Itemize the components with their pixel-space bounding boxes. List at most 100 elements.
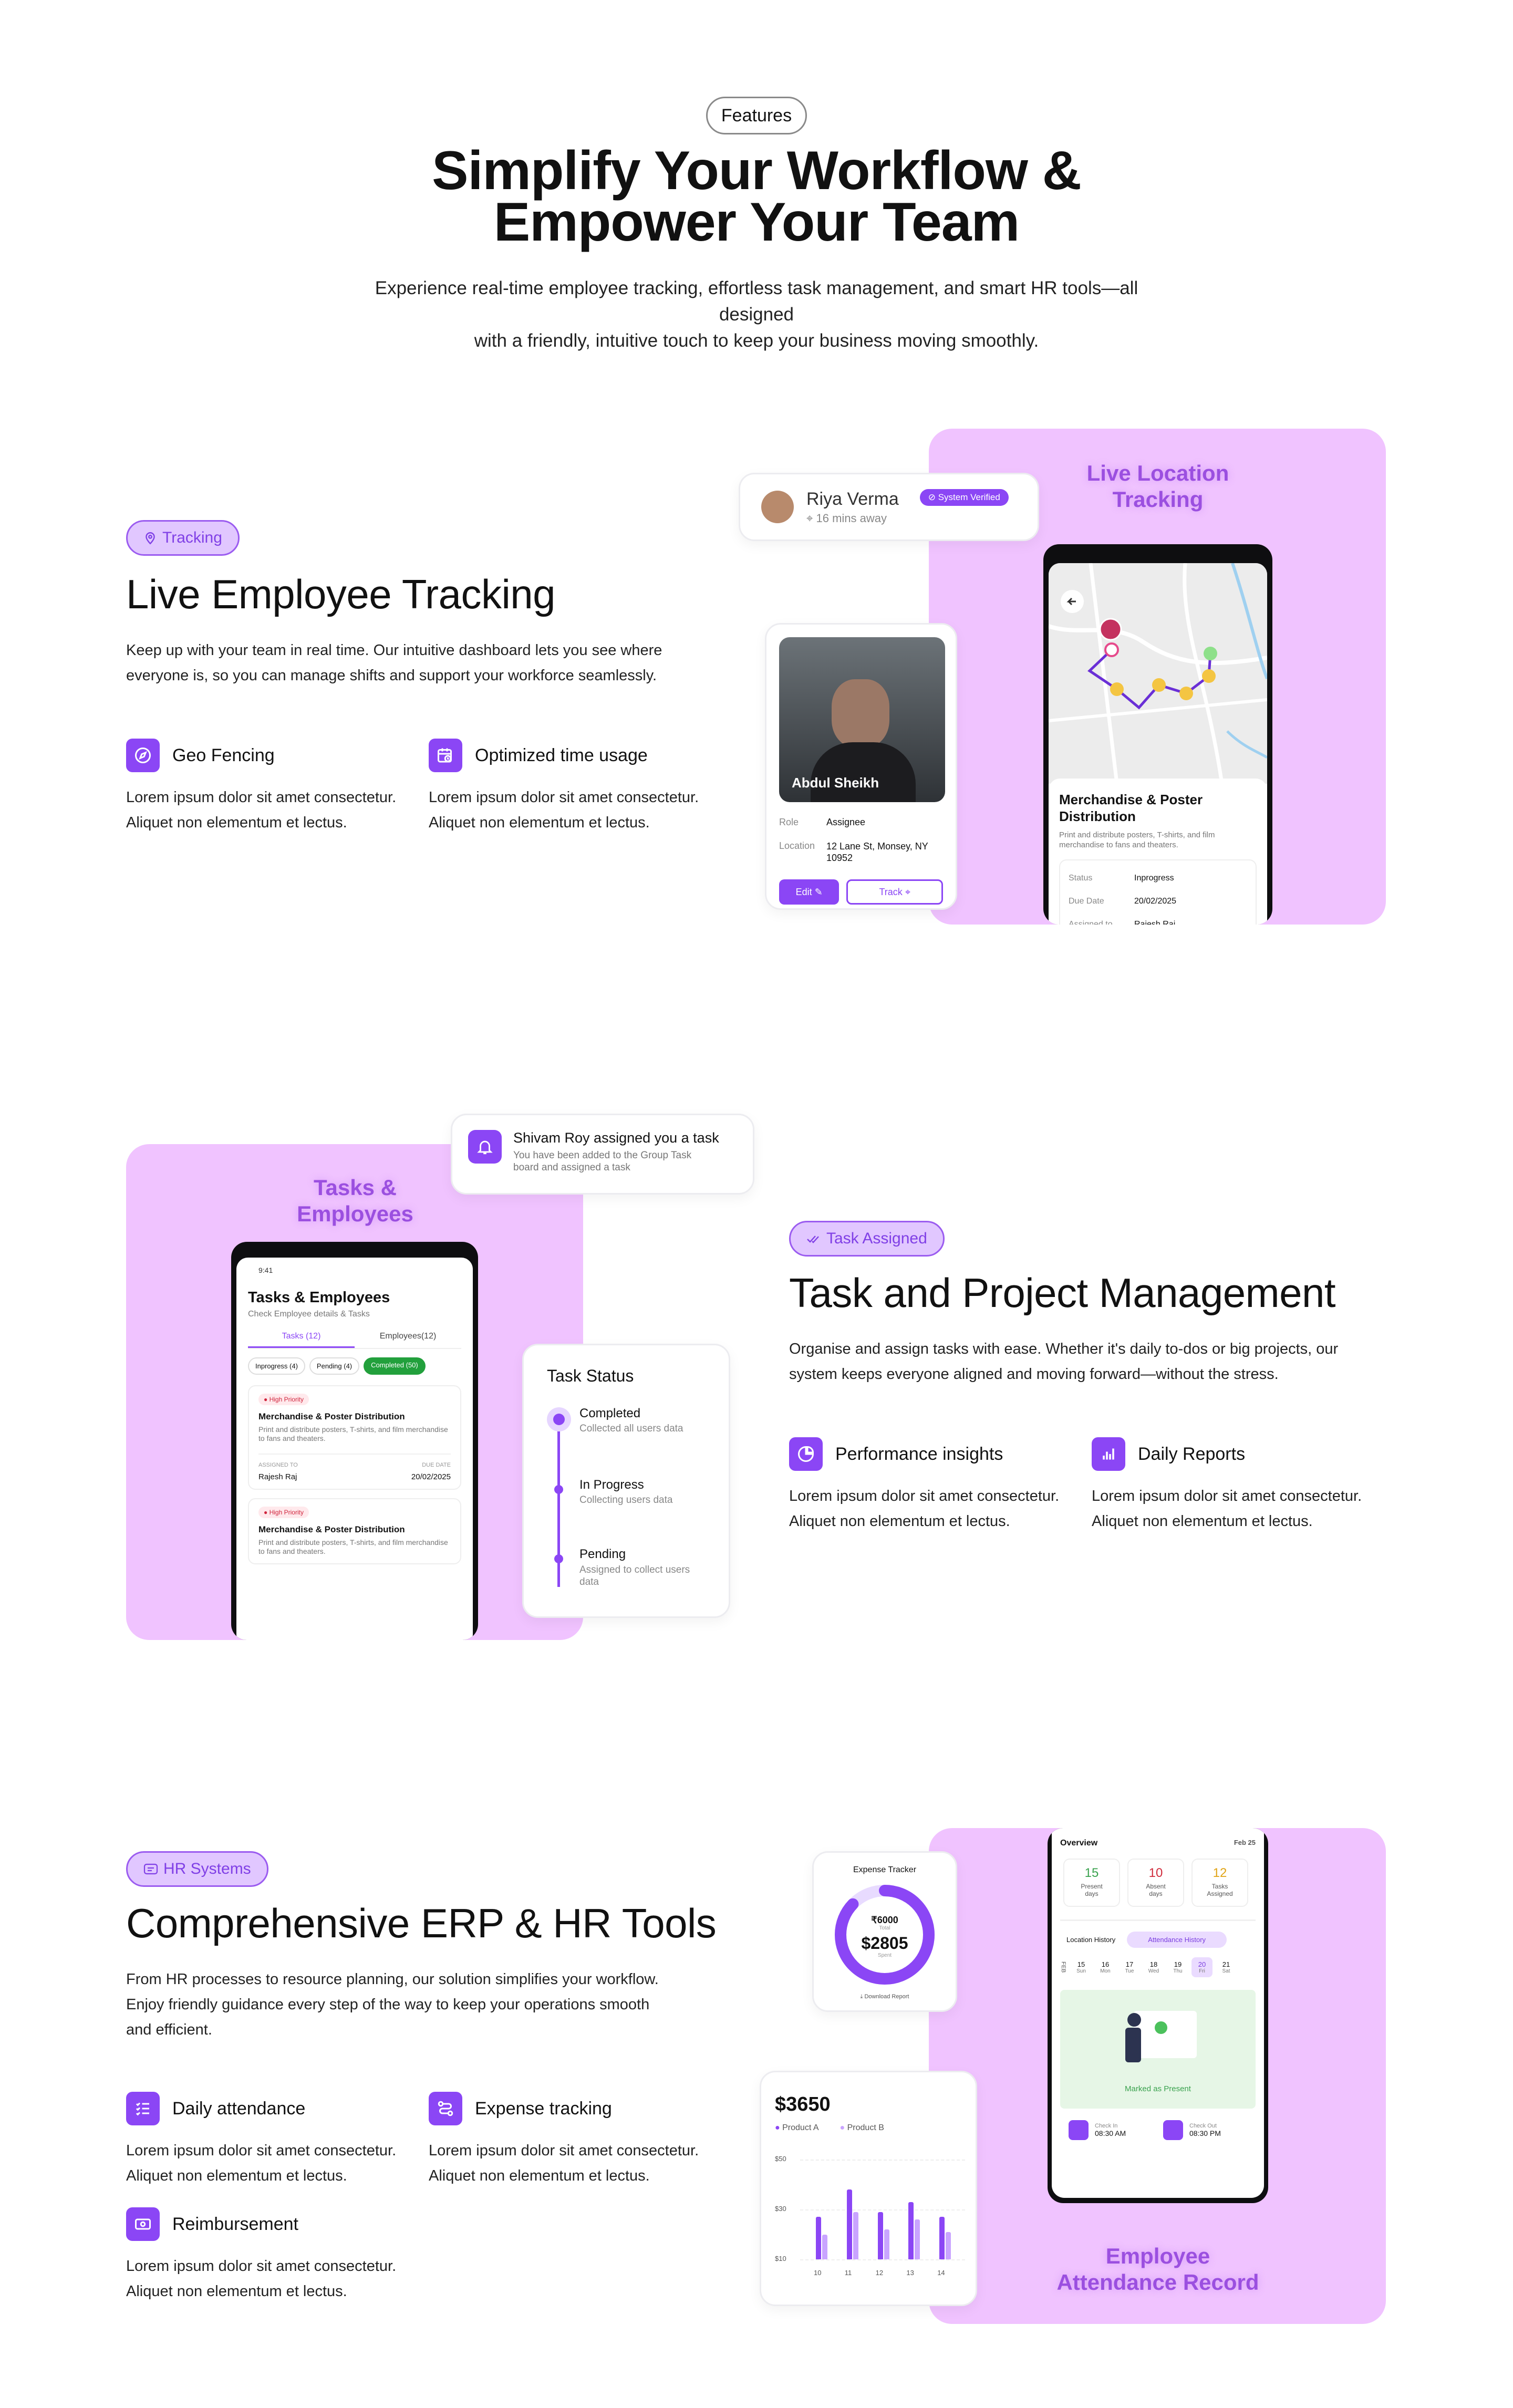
present-illustration: Marked as Present (1060, 1990, 1256, 2109)
bar (884, 2229, 889, 2259)
double-check-icon (807, 1236, 819, 1243)
tracking-tag: Tracking (126, 520, 240, 556)
calendar-day[interactable]: 18 Wed (1143, 1957, 1164, 1977)
stat-present: 15 Present days (1063, 1859, 1120, 1907)
bar (908, 2202, 914, 2259)
legend-product-a: ● Product A (775, 2123, 819, 2132)
compass-icon (126, 739, 160, 772)
grid-line (800, 2209, 965, 2210)
id-card-icon (143, 1863, 158, 1875)
employee-photo: Abdul Sheikh (779, 637, 945, 802)
user-location-card[interactable]: Riya Verma ⌖ 16 mins away ⊘ System Verif… (739, 473, 1039, 541)
money-icon (126, 2207, 160, 2241)
task-status-card: Task Status Completed Collected all users… (522, 1344, 730, 1618)
employee-profile-card: Abdul Sheikh Role Assignee Location 12 Lan… (765, 623, 957, 910)
tracking-title: Live Employee Tracking (126, 571, 556, 617)
tasks-title: Task and Project Management (789, 1270, 1336, 1316)
page-subtitle: Experience real-time employee tracking, … (375, 278, 1138, 351)
bar (853, 2212, 858, 2259)
expense-tracker-card: Expense Tracker ₹6000 Total $2805 Spent … (812, 1851, 957, 2012)
feature-reimbursement: Reimbursement Lorem ipsum dolor sit amet… (126, 2207, 396, 2304)
features-pill: Features (706, 97, 807, 134)
hr-systems-tag: HR Systems (126, 1851, 268, 1887)
status-step: Pending Assigned to collect users data (579, 1547, 690, 1587)
download-report-link[interactable]: ⤓ Download Report (814, 1994, 956, 2000)
calendar-day[interactable]: 21 Sat (1216, 1957, 1237, 1977)
task-title: Merchandise & Poster Distribution (1059, 792, 1203, 824)
y-tick-label: $30 (775, 2205, 786, 2213)
check-in: Check In 08:30 AM (1069, 2120, 1153, 2140)
page-title: Simplify Your Workflow & Empower Your Te… (432, 140, 1082, 253)
calendar-day[interactable]: 19 Thu (1167, 1957, 1188, 1977)
tab-tasks[interactable]: Tasks (12) (248, 1332, 355, 1348)
verified-badge: ⊘ System Verified (919, 489, 1009, 506)
map-view[interactable] (1049, 563, 1267, 784)
x-tick-label: 11 (844, 2269, 852, 2277)
feature-geo-fencing: Geo Fencing Lorem ipsum dolor sit amet c… (126, 739, 396, 835)
stat-absent: 10 Absent days (1127, 1859, 1184, 1907)
map-graphic (1049, 563, 1267, 784)
y-tick-label: $50 (775, 2155, 786, 2163)
feature-daily-reports: Daily Reports Lorem ipsum dolor sit amet… (1092, 1437, 1362, 1534)
attendance-record-label: Employee Attendance Record (1056, 2244, 1259, 2295)
hr-title: Comprehensive ERP & HR Tools (126, 1900, 717, 1946)
calendar-day[interactable]: 20 Fri (1191, 1957, 1213, 1977)
x-tick-label: 13 (906, 2269, 914, 2277)
grid-line (800, 2160, 965, 2161)
legend-product-b: ● Product B (840, 2123, 884, 2132)
bar-chart-icon (1092, 1437, 1125, 1471)
x-tick-label: 12 (875, 2269, 884, 2277)
bar (822, 2234, 827, 2259)
calendar-clock-icon (429, 739, 462, 772)
tab-attendance-history[interactable]: Attendance History (1127, 1932, 1227, 1948)
live-location-label: Live Location Tracking (1086, 461, 1229, 512)
chip-inprogress[interactable]: Inprogress (4) (248, 1357, 305, 1375)
feature-optimized-time: Optimized time usage Lorem ipsum dolor s… (429, 739, 699, 835)
tracking-description: Keep up with your team in real time. Our… (126, 642, 662, 684)
feature-expense-tracking: Expense tracking Lorem ipsum dolor sit a… (429, 2092, 699, 2188)
pie-chart-icon (789, 1437, 823, 1471)
calendar-day[interactable]: 15 Sun (1071, 1957, 1092, 1977)
route-icon (429, 2092, 462, 2125)
bell-icon (468, 1130, 502, 1164)
bar-chart-plot: $50 $30 $10 10 11 12 13 14 (775, 2155, 965, 2282)
stat-tasks: 12 Tasks Assigned (1191, 1859, 1248, 1907)
calendar-day[interactable]: 17 Tue (1119, 1957, 1140, 1977)
tab-employees[interactable]: Employees(12) (355, 1332, 461, 1348)
status-step: Completed Collected all users data (579, 1406, 683, 1434)
hr-description: From HR processes to resource planning, … (126, 1971, 659, 2038)
calendar-day[interactable]: 16 Mon (1095, 1957, 1116, 1977)
bar (946, 2231, 951, 2259)
y-tick-label: $10 (775, 2255, 786, 2262)
chip-pending[interactable]: Pending (4) (309, 1357, 360, 1375)
chart-value: $3650 (775, 2093, 831, 2115)
checklist-icon (126, 2092, 160, 2125)
attendance-phone: Overview Feb 25 15 Present days 10 Absent d… (1048, 1828, 1268, 2203)
x-tick-label: 10 (814, 2269, 822, 2277)
task-card[interactable]: ● High Priority Merchandise & Poster Dis… (248, 1498, 461, 1564)
grid-line (800, 2259, 965, 2260)
track-button[interactable]: Track ⌖ (846, 879, 943, 905)
bar (816, 2217, 821, 2259)
bar (915, 2219, 920, 2259)
chip-completed[interactable]: Completed (50) (364, 1357, 426, 1375)
tasks-employees-label: Tasks & Employees (297, 1175, 413, 1226)
product-bar-chart: $3650 ● Product A ● Product B $50 $30 $10 1… (760, 2071, 977, 2306)
feature-daily-attendance: Daily attendance Lorem ipsum dolor sit a… (126, 2092, 396, 2188)
bar (877, 2212, 883, 2259)
status-step: In Progress Collecting users data (579, 1478, 673, 1506)
avatar (761, 491, 794, 523)
bar (846, 2189, 852, 2259)
task-card[interactable]: ● High Priority Merchandise & Poster Dis… (248, 1385, 461, 1490)
location-pin-icon (146, 532, 155, 545)
feature-performance-insights: Performance insights Lorem ipsum dolor s… (789, 1437, 1059, 1534)
tab-location-history[interactable]: Location History (1060, 1932, 1122, 1948)
x-tick-label: 14 (937, 2269, 945, 2277)
tasks-description: Organise and assign tasks with ease. Whe… (789, 1341, 1339, 1383)
tasks-phone: 9:41 Tasks & Employees Check Employee de… (231, 1242, 478, 1640)
edit-button[interactable]: Edit ✎ (779, 879, 840, 905)
tracking-phone: Merchandise & Poster Distribution Print … (1043, 544, 1272, 925)
task-notification[interactable]: Shivam Roy assigned you a task You have … (451, 1114, 754, 1195)
bar (939, 2217, 945, 2259)
check-out: Check Out 08:30 PM (1163, 2120, 1247, 2140)
